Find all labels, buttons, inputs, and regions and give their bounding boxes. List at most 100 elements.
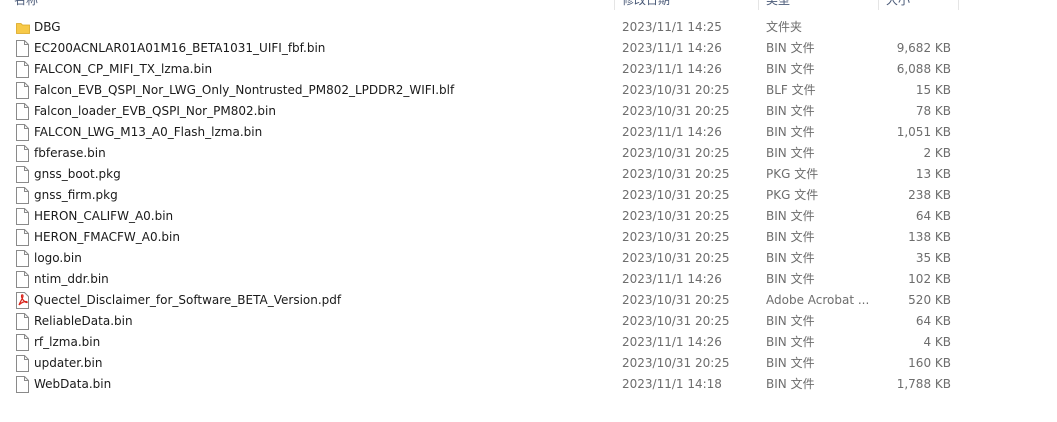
- file-modified-date: 2023/10/31 20:25: [622, 356, 730, 370]
- file-modified-date: 2023/11/1 14:26: [622, 335, 722, 349]
- file-type: BIN 文件: [766, 335, 815, 349]
- file-modified-date: 2023/10/31 20:25: [622, 293, 730, 307]
- file-modified-date: 2023/11/1 14:25: [622, 20, 722, 34]
- file-modified-date: 2023/10/31 20:25: [622, 314, 730, 328]
- file-modified-date: 2023/11/1 14:26: [622, 125, 722, 139]
- file-icon: [16, 208, 29, 225]
- file-size: 1,051 KB: [896, 125, 951, 139]
- column-divider[interactable]: [958, 0, 959, 10]
- file-icon: [16, 124, 29, 141]
- file-type: BIN 文件: [766, 251, 815, 265]
- file-type: PKG 文件: [766, 167, 819, 181]
- file-type: BIN 文件: [766, 314, 815, 328]
- file-icon: [16, 145, 29, 162]
- file-icon: [16, 166, 29, 183]
- column-divider[interactable]: [758, 0, 759, 10]
- file-type: BIN 文件: [766, 230, 815, 244]
- file-row[interactable]: logo.bin 2023/10/31 20:25 BIN 文件 35 KB: [0, 248, 1057, 269]
- pdf-icon: [16, 292, 29, 309]
- file-name[interactable]: Quectel_Disclaimer_for_Software_BETA_Ver…: [34, 290, 341, 311]
- file-row[interactable]: FALCON_CP_MIFI_TX_lzma.bin 2023/11/1 14:2…: [0, 59, 1057, 80]
- file-name[interactable]: gnss_boot.pkg: [34, 164, 121, 185]
- file-size: 2 KB: [923, 146, 951, 160]
- file-row[interactable]: DBG 2023/11/1 14:25 文件夹: [0, 17, 1057, 38]
- file-size: 238 KB: [908, 188, 951, 202]
- file-name[interactable]: Falcon_EVB_QSPI_Nor_LWG_Only_Nontrusted_…: [34, 80, 454, 101]
- file-modified-date: 2023/10/31 20:25: [622, 209, 730, 223]
- file-name[interactable]: gnss_firm.pkg: [34, 185, 118, 206]
- file-modified-date: 2023/11/1 14:26: [622, 272, 722, 286]
- file-row[interactable]: gnss_firm.pkg 2023/10/31 20:25 PKG 文件 238 K…: [0, 185, 1057, 206]
- file-modified-date: 2023/11/1 14:26: [622, 41, 722, 55]
- file-type: BLF 文件: [766, 83, 816, 97]
- file-size: 13 KB: [915, 167, 951, 181]
- file-name[interactable]: logo.bin: [34, 248, 82, 269]
- file-row[interactable]: Falcon_loader_EVB_QSPI_Nor_PM802.bin 2023…: [0, 101, 1057, 122]
- file-type: BIN 文件: [766, 209, 815, 223]
- file-row[interactable]: ReliableData.bin 2023/10/31 20:25 BIN 文件 64…: [0, 311, 1057, 332]
- file-name[interactable]: ReliableData.bin: [34, 311, 133, 332]
- file-type: BIN 文件: [766, 125, 815, 139]
- folder-icon: [16, 19, 30, 36]
- file-modified-date: 2023/10/31 20:25: [622, 167, 730, 181]
- file-size: 520 KB: [908, 293, 951, 307]
- file-size: 4 KB: [923, 335, 951, 349]
- file-name[interactable]: HERON_CALIFW_A0.bin: [34, 206, 173, 227]
- file-modified-date: 2023/11/1 14:18: [622, 377, 722, 391]
- file-icon: [16, 82, 29, 99]
- file-name[interactable]: Falcon_loader_EVB_QSPI_Nor_PM802.bin: [34, 101, 276, 122]
- file-type: BIN 文件: [766, 377, 815, 391]
- file-row[interactable]: FALCON_LWG_M13_A0_Flash_lzma.bin 2023/11/…: [0, 122, 1057, 143]
- file-row[interactable]: rf_lzma.bin 2023/11/1 14:26 BIN 文件 4 KB: [0, 332, 1057, 353]
- file-name[interactable]: FALCON_LWG_M13_A0_Flash_lzma.bin: [34, 122, 262, 143]
- file-name[interactable]: WebData.bin: [34, 374, 111, 395]
- file-modified-date: 2023/10/31 20:25: [622, 230, 730, 244]
- file-size: 138 KB: [908, 230, 951, 244]
- file-size: 35 KB: [915, 251, 951, 265]
- file-row[interactable]: Falcon_EVB_QSPI_Nor_LWG_Only_Nontrusted_…: [0, 80, 1057, 101]
- file-name[interactable]: rf_lzma.bin: [34, 332, 100, 353]
- file-type: BIN 文件: [766, 272, 815, 286]
- file-type: 文件夹: [766, 20, 803, 34]
- column-name-header[interactable]: 名称: [14, 0, 38, 8]
- file-size: 64 KB: [915, 314, 951, 328]
- file-row[interactable]: updater.bin 2023/10/31 20:25 BIN 文件 160 KB: [0, 353, 1057, 374]
- file-icon: [16, 40, 29, 57]
- file-row[interactable]: HERON_FMACFW_A0.bin 2023/10/31 20:25 BIN 文…: [0, 227, 1057, 248]
- file-row[interactable]: HERON_CALIFW_A0.bin 2023/10/31 20:25 BIN 文…: [0, 206, 1057, 227]
- file-row[interactable]: ntim_ddr.bin 2023/11/1 14:26 BIN 文件 102 KB: [0, 269, 1057, 290]
- column-divider[interactable]: [614, 0, 615, 10]
- file-name[interactable]: fbferase.bin: [34, 143, 106, 164]
- file-icon: [16, 187, 29, 204]
- file-name[interactable]: ntim_ddr.bin: [34, 269, 109, 290]
- file-type: BIN 文件: [766, 104, 815, 118]
- file-row[interactable]: EC200ACNLAR01A01M16_BETA1031_UIFI_fbf.bi…: [0, 38, 1057, 59]
- file-icon: [16, 355, 29, 372]
- column-date-header[interactable]: 修改日期: [622, 0, 670, 8]
- file-name[interactable]: DBG: [34, 17, 61, 38]
- file-size: 6,088 KB: [896, 62, 951, 76]
- file-modified-date: 2023/10/31 20:25: [622, 251, 730, 265]
- file-row[interactable]: WebData.bin 2023/11/1 14:18 BIN 文件 1,788 KB: [0, 374, 1057, 395]
- file-name[interactable]: EC200ACNLAR01A01M16_BETA1031_UIFI_fbf.bi…: [34, 38, 325, 59]
- file-icon: [16, 334, 29, 351]
- file-modified-date: 2023/10/31 20:25: [622, 83, 730, 97]
- file-name[interactable]: updater.bin: [34, 353, 102, 374]
- file-row[interactable]: gnss_boot.pkg 2023/10/31 20:25 PKG 文件 13 KB: [0, 164, 1057, 185]
- column-type-header[interactable]: 类型: [766, 0, 790, 8]
- file-name[interactable]: HERON_FMACFW_A0.bin: [34, 227, 180, 248]
- file-type: PKG 文件: [766, 188, 819, 202]
- file-modified-date: 2023/10/31 20:25: [622, 188, 730, 202]
- column-divider[interactable]: [878, 0, 879, 10]
- column-size-header[interactable]: 大小: [886, 0, 910, 8]
- file-modified-date: 2023/11/1 14:26: [622, 62, 722, 76]
- file-row[interactable]: Quectel_Disclaimer_for_Software_BETA_Ver…: [0, 290, 1057, 311]
- file-icon: [16, 250, 29, 267]
- file-name[interactable]: FALCON_CP_MIFI_TX_lzma.bin: [34, 59, 212, 80]
- file-size: 64 KB: [915, 209, 951, 223]
- file-size: 15 KB: [915, 83, 951, 97]
- file-icon: [16, 61, 29, 78]
- file-modified-date: 2023/10/31 20:25: [622, 104, 730, 118]
- file-row[interactable]: fbferase.bin 2023/10/31 20:25 BIN 文件 2 KB: [0, 143, 1057, 164]
- file-size: 1,788 KB: [896, 377, 951, 391]
